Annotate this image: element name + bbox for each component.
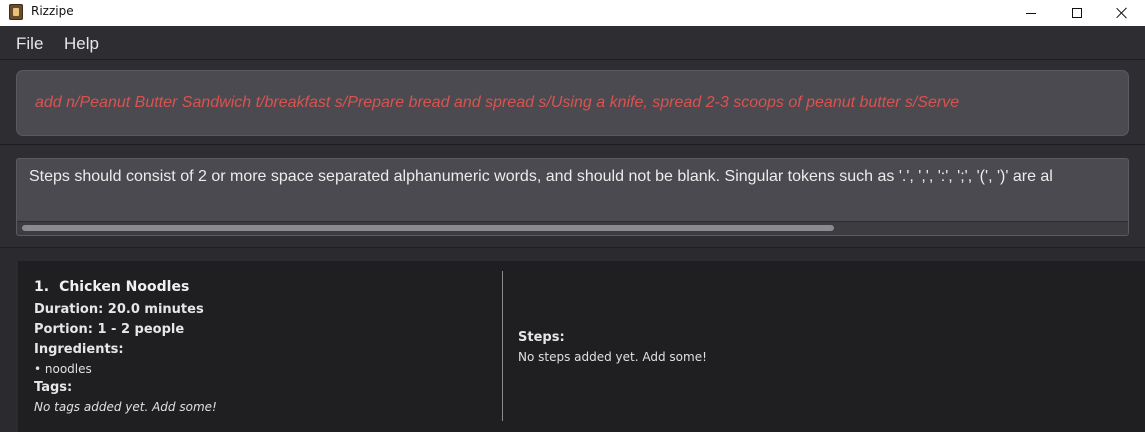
close-button[interactable] xyxy=(1099,0,1145,26)
minimize-icon xyxy=(1026,12,1036,14)
close-icon xyxy=(1116,7,1128,19)
recipe-duration: Duration: 20.0 minutes xyxy=(34,302,204,317)
maximize-icon xyxy=(1072,8,1082,18)
title-bar: Rizzipe xyxy=(0,0,1145,26)
ingredients-label: Ingredients: xyxy=(34,342,124,357)
command-text[interactable]: add n/Peanut Butter Sandwich t/breakfast… xyxy=(35,94,959,112)
minimize-button[interactable] xyxy=(1008,0,1054,26)
recipe-book-icon xyxy=(9,4,23,20)
scrollbar-thumb[interactable] xyxy=(22,225,834,231)
recipe-name: Chicken Noodles xyxy=(59,279,190,295)
tags-empty-message: No tags added yet. Add some! xyxy=(34,400,217,414)
ingredient-item: • noodles xyxy=(34,362,92,376)
menu-file[interactable]: File xyxy=(16,34,43,54)
maximize-button[interactable] xyxy=(1054,0,1100,26)
horizontal-scrollbar[interactable] xyxy=(17,221,1128,235)
result-message: Steps should consist of 2 or more space … xyxy=(29,168,1053,185)
window-title: Rizzipe xyxy=(31,4,74,18)
result-display[interactable]: Steps should consist of 2 or more space … xyxy=(16,158,1129,236)
menu-bar: File Help xyxy=(0,26,1145,60)
recipe-steps: Steps: No steps added yet. Add some! xyxy=(518,261,1118,432)
steps-empty-message: No steps added yet. Add some! xyxy=(518,350,707,364)
steps-label: Steps: xyxy=(518,330,565,345)
recipe-title: 1. Chicken Noodles xyxy=(34,279,189,295)
command-panel: add n/Peanut Butter Sandwich t/breakfast… xyxy=(0,61,1145,145)
recipe-details: 1. Chicken Noodles Duration: 20.0 minutes… xyxy=(34,261,502,432)
tags-label: Tags: xyxy=(34,380,73,395)
recipe-index: 1. xyxy=(34,279,50,295)
recipe-list-panel: 1. Chicken Noodles Duration: 20.0 minutes… xyxy=(0,249,1145,432)
recipe-portion: Portion: 1 - 2 people xyxy=(34,322,185,337)
column-divider xyxy=(502,271,503,421)
command-input[interactable]: add n/Peanut Butter Sandwich t/breakfast… xyxy=(16,70,1129,136)
recipe-card[interactable]: 1. Chicken Noodles Duration: 20.0 minutes… xyxy=(18,261,1145,432)
menu-help[interactable]: Help xyxy=(64,34,99,54)
result-panel: Steps should consist of 2 or more space … xyxy=(0,146,1145,248)
